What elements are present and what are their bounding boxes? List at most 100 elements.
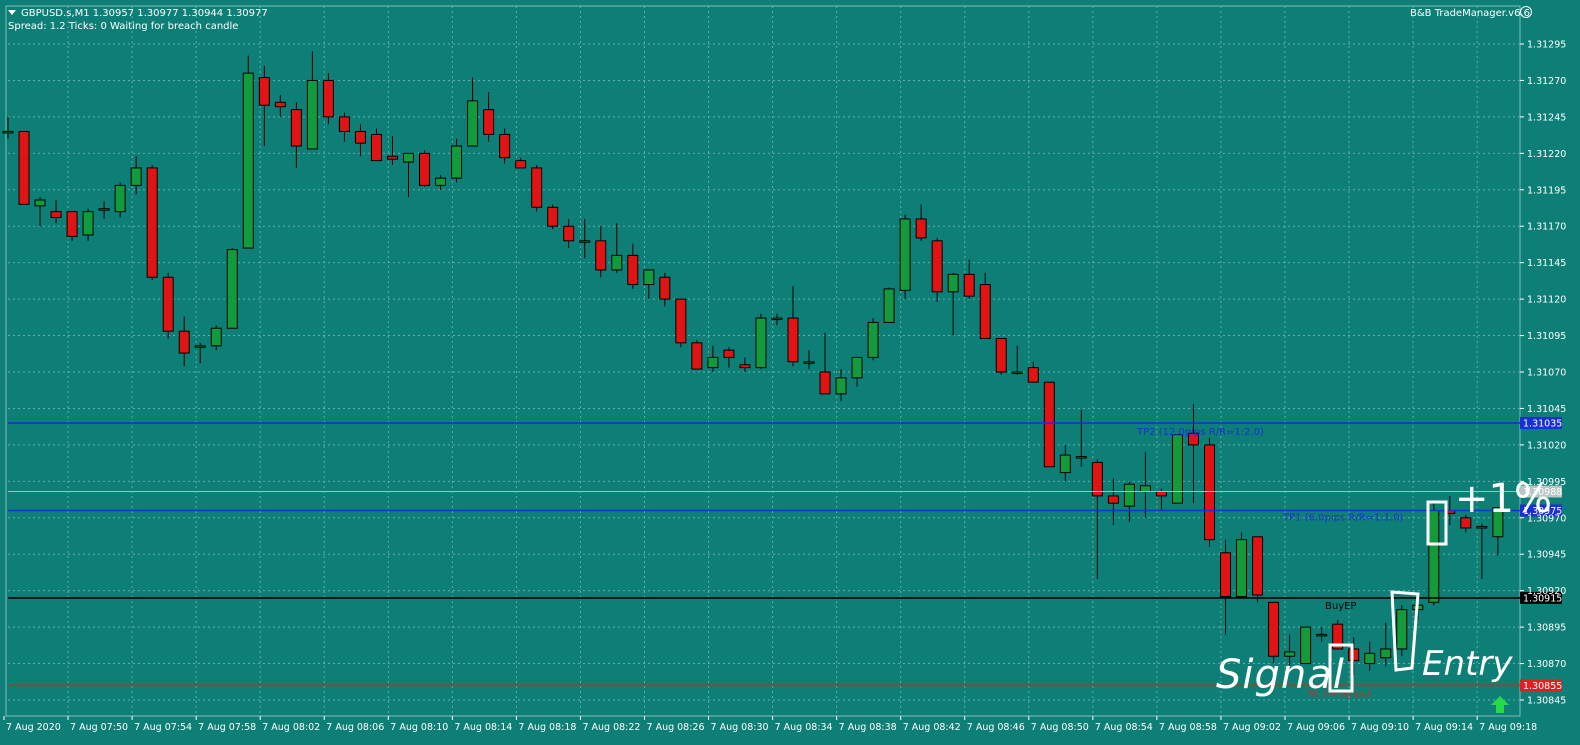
candle-body: [1476, 526, 1488, 529]
candle-body: [178, 330, 190, 354]
candle-body: [162, 276, 174, 332]
time-axis[interactable]: 7 Aug 2020 7 Aug 07:50 7 Aug 07:54 7 Aug 07…: [3, 716, 1537, 733]
time-tick-label: 7 Aug 09:18: [1479, 722, 1537, 733]
buy-arrow-icon: [1491, 696, 1509, 713]
candle-body: [1252, 536, 1264, 596]
time-tick-label: 7 Aug 07:50: [70, 722, 128, 733]
candle-body: [499, 133, 511, 159]
candle-body: [659, 276, 671, 300]
price-tick-label: 1.31270: [1527, 76, 1566, 87]
time-tick-label: 7 Aug 08:42: [903, 722, 961, 733]
price-chart[interactable]: 1.309881.31035TP2 (12.0pips R/R=1:2.0)1.…: [0, 0, 1580, 745]
price-tick-label: 1.31195: [1527, 185, 1566, 196]
symbol-text: GBPUSD.s,M1 1.30957 1.30977 1.30944 1.30…: [21, 8, 268, 19]
candle-body: [226, 249, 238, 329]
candle-body: [18, 130, 30, 205]
price-tick-label: 1.31170: [1527, 222, 1566, 233]
candle-body: [82, 211, 94, 236]
time-tick-label: 7 Aug 07:54: [134, 722, 192, 733]
candle-series: [2, 51, 1504, 676]
candle-body: [2, 130, 14, 134]
level-label-buyep: BuyEP: [1325, 601, 1356, 612]
price-tick-label: 1.31020: [1527, 440, 1566, 451]
candle-body: [370, 133, 382, 162]
price-tick-label: 1.31120: [1527, 295, 1566, 306]
price-tick-label: 1.31220: [1527, 149, 1566, 160]
candle-body: [1155, 491, 1167, 497]
price-axis[interactable]: 1.31295 1.31270 1.31245 1.31220 1.31195 1.311…: [1520, 40, 1566, 707]
symbol-line: GBPUSD.s,M1 1.30957 1.30977 1.30944 1.30…: [8, 8, 268, 19]
candle-body: [451, 145, 463, 179]
candle-body: [787, 317, 799, 363]
price-tick-label: 1.31045: [1527, 404, 1566, 415]
candle-body: [1364, 652, 1376, 665]
candle-body: [595, 240, 607, 271]
candle-body: [1123, 483, 1135, 507]
level-price-tag: 1.30855: [1523, 681, 1562, 692]
candle-body: [34, 199, 46, 207]
candle-body: [146, 167, 158, 278]
candle-body: [1220, 552, 1232, 597]
candle-body: [483, 109, 495, 135]
smiley-icon: [1520, 6, 1532, 18]
time-tick-label: 7 Aug 08:10: [390, 722, 448, 733]
annotation-signal: Signal: [1216, 652, 1345, 698]
candle-body: [643, 269, 655, 286]
candle-body: [386, 155, 398, 160]
time-tick-label: 7 Aug 08:50: [1031, 722, 1089, 733]
candle-body: [963, 273, 975, 297]
candle-body: [931, 240, 943, 293]
time-tick-label: 7 Aug 09:14: [1415, 722, 1473, 733]
candle-body: [290, 109, 302, 147]
candle-body: [467, 100, 479, 147]
candle-body: [1348, 648, 1360, 662]
candle-body: [915, 218, 927, 239]
time-tick-label: 7 Aug 08:18: [518, 722, 576, 733]
price-tick-label: 1.30870: [1527, 659, 1566, 670]
candle-body: [1027, 367, 1039, 383]
candle-body: [306, 79, 318, 150]
level-label-tp2: TP2 (12.0pips R/R=1:2.0): [1136, 427, 1264, 438]
candle-body: [739, 364, 751, 369]
candle-body: [258, 77, 270, 106]
ea-brand-label: B&B TradeManager.v6.6: [1410, 8, 1530, 19]
candle-body: [50, 211, 62, 218]
candle-body: [1043, 381, 1055, 468]
annotation-entry: Entry: [1422, 644, 1513, 684]
candle-body: [403, 152, 414, 163]
candle-body: [1316, 633, 1328, 637]
candle-body: [98, 208, 110, 211]
candle-body: [322, 79, 334, 118]
candle-body: [1428, 509, 1440, 603]
time-tick-label: 7 Aug 08:22: [582, 722, 640, 733]
candle-body: [1011, 371, 1023, 374]
candle-body: [627, 254, 639, 286]
time-tick-label: 7 Aug 09:10: [1351, 722, 1409, 733]
candle-body: [1268, 601, 1280, 657]
level-price-tag: 1.31035: [1523, 419, 1562, 430]
candle-body: [1059, 454, 1071, 474]
candle-body: [867, 321, 879, 358]
time-tick-label: 7 Aug 08:34: [775, 722, 833, 733]
candle-body: [531, 167, 543, 208]
candle-body: [723, 349, 735, 358]
price-tick-label: 1.31070: [1527, 368, 1566, 379]
time-tick-label: 7 Aug 08:06: [326, 722, 384, 733]
candle-body: [947, 273, 959, 293]
time-tick-label: 7 Aug 08:30: [711, 722, 769, 733]
time-tick-label: 7 Aug 2020: [6, 722, 61, 733]
candle-body: [691, 342, 703, 370]
price-tick-label: 1.30845: [1527, 696, 1566, 707]
candle-body: [835, 377, 847, 395]
price-tick-label: 1.30945: [1527, 550, 1566, 561]
time-tick-label: 7 Aug 08:26: [647, 722, 705, 733]
time-tick-label: 7 Aug 08:38: [839, 722, 897, 733]
candle-body: [274, 101, 286, 108]
candle-body: [995, 337, 1007, 373]
candle-body: [1091, 461, 1103, 497]
candle-body: [883, 288, 895, 323]
candle-body: [515, 160, 527, 169]
annotation-profit: +1%: [1455, 476, 1552, 522]
collapse-arrow-icon[interactable]: [8, 10, 16, 15]
time-tick-label: 7 Aug 08:58: [1159, 722, 1217, 733]
